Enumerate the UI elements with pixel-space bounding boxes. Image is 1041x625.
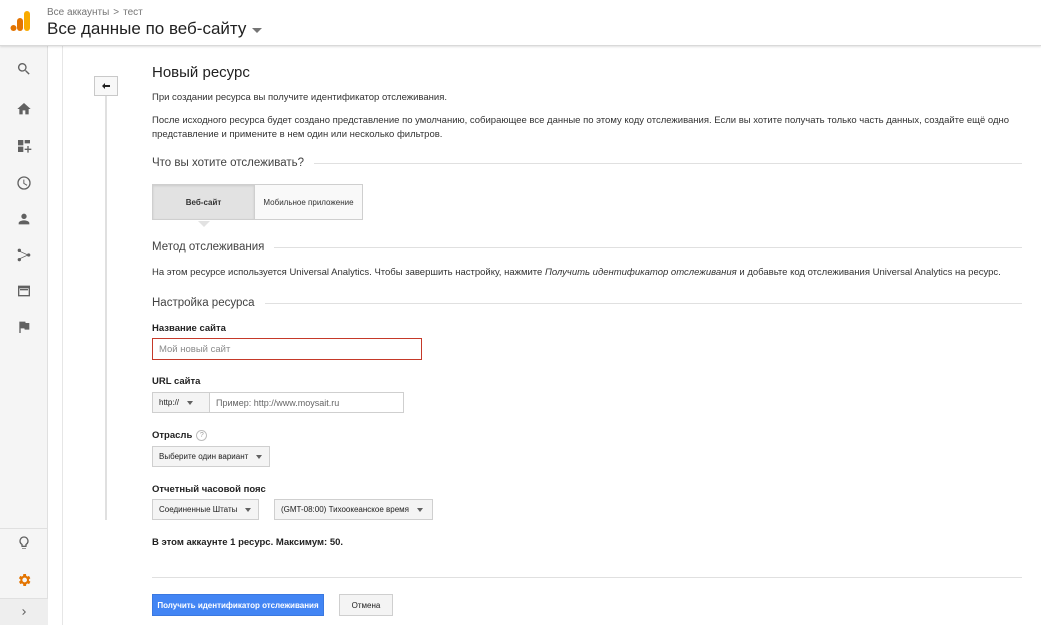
step-progress-line [105,96,107,520]
intro-text: При создании ресурса вы получите идентиф… [152,92,447,103]
industry-value: Выберите один вариант [159,452,249,461]
expand-chevron-icon[interactable] [0,598,48,625]
intro-description: После исходного ресурса будет создано пр… [152,115,1010,140]
site-name-input[interactable] [152,338,422,360]
setup-section-heading: Настройка ресурса [152,297,1022,309]
site-url-input[interactable] [209,392,404,413]
method-text-emphasis: Получить идентификатор отслеживания [544,267,737,278]
realtime-clock-icon[interactable] [0,165,48,201]
country-value: Соединенные Штаты [159,505,238,514]
discover-lightbulb-icon[interactable] [0,525,48,561]
cancel-button[interactable]: Отмена [339,594,393,616]
acquisition-icon[interactable] [0,237,48,273]
caret-down-icon [416,507,423,512]
back-arrow-button[interactable] [94,76,118,96]
site-name-label: Название сайта [152,323,226,334]
search-icon[interactable] [0,51,48,87]
site-url-label: URL сайта [152,376,201,387]
page-title: Новый ресурс [152,64,250,81]
view-selector[interactable]: Все данные по веб-сайту [47,19,263,39]
back-arrow-icon [102,83,110,89]
timezone-label: Отчетный часовой пояс [152,484,266,495]
track-section-label: Что вы хотите отслеживать? [152,157,305,169]
customization-icon[interactable] [0,128,48,164]
caret-down-icon [245,507,252,512]
website-option[interactable]: Веб-сайт [152,184,255,220]
conversions-flag-icon[interactable] [0,309,48,345]
breadcrumb[interactable]: Все аккаунты > тест [47,7,143,18]
timezone-select[interactable]: (GMT-08:00) Тихоокеанское время [274,499,433,520]
help-icon[interactable]: ? [196,430,208,441]
audience-person-icon[interactable] [0,201,48,237]
method-section-heading: Метод отслеживания [152,241,1022,253]
left-nav-rail [0,46,48,625]
admin-gear-icon[interactable] [0,562,48,598]
behavior-icon[interactable] [0,273,48,309]
industry-label: Отрасль [152,430,193,441]
caret-down-icon [256,454,263,459]
method-text-part1: На этом ресурсе используется Universal A… [152,267,545,278]
caret-down-icon[interactable] [252,27,263,33]
view-title[interactable]: Все данные по веб-сайту [47,19,246,39]
country-select[interactable]: Соединенные Штаты [152,499,259,520]
method-section-label: Метод отслеживания [152,241,265,253]
caret-down-icon [187,400,194,405]
breadcrumb-account[interactable]: Все аккаунты [47,7,109,18]
breadcrumb-separator: > [113,7,120,18]
setup-section-label: Настройка ресурса [152,297,255,309]
method-description: На этом ресурсе используется Universal A… [152,267,1001,278]
mobile-app-option[interactable]: Мобильное приложение [255,184,363,220]
top-header: Все аккаунты > тест Все данные по веб-са… [0,0,1041,46]
analytics-logo-icon[interactable] [10,10,32,32]
timezone-value: (GMT-08:00) Тихоокеанское время [281,505,409,514]
column-divider [62,46,63,625]
track-section-heading: Что вы хотите отслеживать? [152,157,1022,169]
protocol-select[interactable]: http:// [152,392,210,413]
form-divider [152,577,1022,578]
track-type-toggle[interactable]: Веб-сайт Мобильное приложение [152,184,363,220]
get-tracking-id-button[interactable]: Получить идентификатор отслеживания [152,594,324,616]
property-limit-text: В этом аккаунте 1 ресурс. Максимум: 50. [152,537,344,548]
method-text-part2: и добавьте код отслеживания Universal An… [736,267,1001,278]
breadcrumb-property[interactable]: тест [123,7,143,18]
industry-label-row: Отрасль ? [152,430,208,441]
selected-indicator [198,221,210,227]
protocol-value: http:// [159,398,180,407]
industry-select[interactable]: Выберите один вариант [152,446,270,467]
home-icon[interactable] [0,91,48,127]
